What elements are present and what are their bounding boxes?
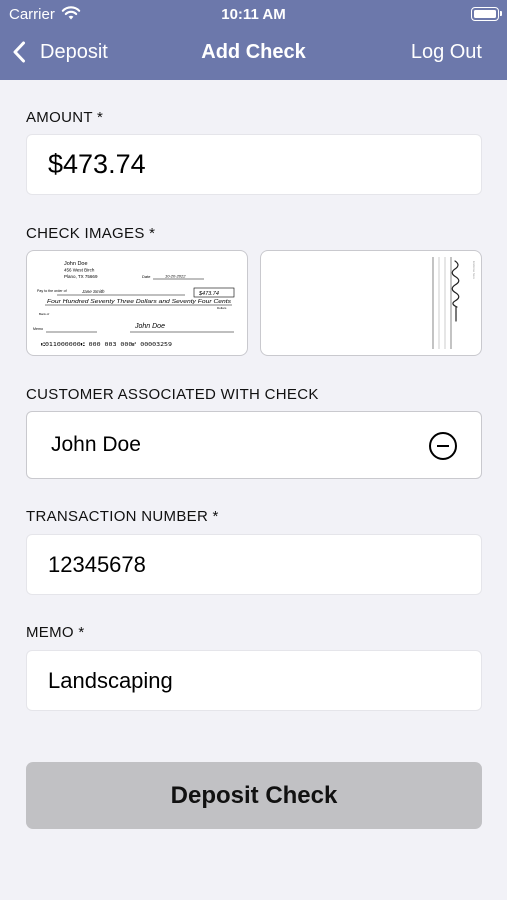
check-signature: John Doe bbox=[134, 323, 165, 330]
check-payer-address: 456 West Birch bbox=[64, 268, 95, 273]
check-images-label: CHECK IMAGES * bbox=[26, 225, 156, 242]
check-memo-label: Memo bbox=[33, 327, 43, 331]
logout-button[interactable]: Log Out bbox=[411, 41, 482, 64]
amount-label: AMOUNT * bbox=[26, 109, 104, 126]
minus-circle-icon[interactable] bbox=[429, 432, 457, 460]
check-front-image[interactable]: John Doe 456 West Birch Plano, TX 75669 … bbox=[26, 250, 248, 356]
memo-label: MEMO * bbox=[26, 624, 85, 641]
endorsement-signature bbox=[451, 260, 460, 322]
check-back-image[interactable]: Endorse here bbox=[260, 250, 482, 356]
check-date-value: 10-20-2022 bbox=[165, 274, 186, 279]
check-payer-name: John Doe bbox=[64, 261, 88, 267]
customer-label: CUSTOMER ASSOCIATED WITH CHECK bbox=[26, 386, 319, 403]
check-back-drawing: Endorse here bbox=[432, 257, 476, 349]
navigation-header: Carrier 10:11 AM Deposit Add Check Log O… bbox=[0, 0, 507, 80]
amount-value: $473.74 bbox=[48, 149, 146, 179]
nav-bar: Deposit Add Check Log Out bbox=[0, 28, 507, 80]
clock-time: 10:11 AM bbox=[221, 6, 286, 23]
check-amount-box: $473.74 bbox=[198, 291, 219, 297]
transaction-number-value: 12345678 bbox=[48, 551, 146, 577]
check-payer-city: Plano, TX 75669 bbox=[64, 274, 98, 279]
memo-value: Landscaping bbox=[48, 667, 173, 693]
check-payee: Jane Smith bbox=[81, 289, 105, 294]
check-bank-label: Bank of bbox=[39, 312, 49, 316]
check-written-amount: Four Hundred Seventy Three Dollars and S… bbox=[47, 299, 232, 305]
transaction-number-field[interactable]: 12345678 bbox=[26, 534, 482, 595]
check-micr-line: ⑆011000000⑆ 000 003 000⑈ 00003259 bbox=[41, 342, 172, 348]
check-date-label: Date bbox=[142, 274, 151, 279]
check-front-drawing: John Doe 456 West Birch Plano, TX 75669 … bbox=[33, 261, 235, 348]
check-dollars-label: Dollars bbox=[217, 306, 227, 310]
endorse-label: Endorse here bbox=[472, 261, 476, 279]
battery-icon bbox=[471, 7, 502, 21]
memo-field[interactable]: Landscaping bbox=[26, 650, 482, 711]
customer-field[interactable]: John Doe bbox=[26, 411, 482, 479]
status-bar: Carrier 10:11 AM bbox=[0, 0, 507, 28]
customer-value: John Doe bbox=[51, 433, 141, 456]
amount-field[interactable]: $473.74 bbox=[26, 134, 482, 195]
check-pay-to-label: Pay to the order of bbox=[37, 289, 67, 293]
deposit-check-button[interactable]: Deposit Check bbox=[26, 762, 482, 829]
transaction-number-label: TRANSACTION NUMBER * bbox=[26, 508, 219, 525]
